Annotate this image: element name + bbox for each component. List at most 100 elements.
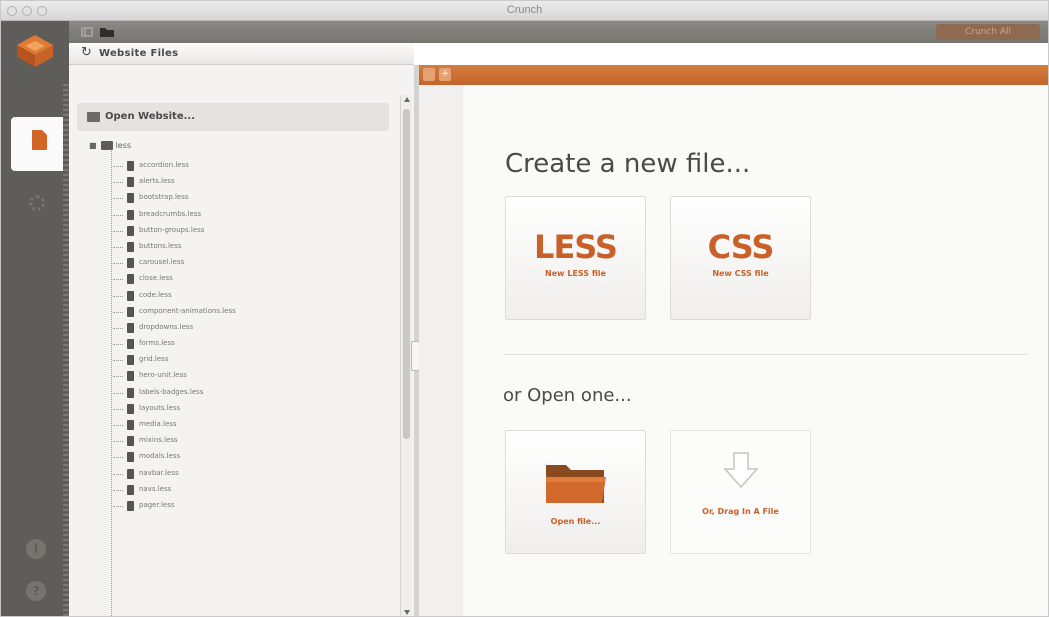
- files-tab[interactable]: [11, 117, 69, 171]
- collapse-toggle-icon[interactable]: ■: [89, 141, 97, 150]
- file-name: accordion.less: [139, 161, 189, 169]
- file-name: layouts.less: [139, 403, 181, 412]
- new-css-file-button[interactable]: CSS New CSS file: [670, 196, 811, 320]
- file-name: hero-unit.less: [139, 371, 187, 380]
- file-name: alerts.less: [139, 177, 175, 186]
- less-file-icon: [127, 484, 134, 495]
- collapse-icon[interactable]: [81, 25, 93, 39]
- tree-connector: [113, 344, 123, 346]
- drag-file-drop-zone[interactable]: Or, Drag In A File: [670, 430, 811, 554]
- tree-connector: [113, 279, 123, 281]
- less-file-icon: [127, 290, 134, 301]
- open-website-label: Open Website...: [105, 111, 195, 122]
- new-css-file-label: New CSS file: [712, 269, 769, 278]
- less-file-icon: [127, 241, 134, 252]
- less-file-icon: [127, 468, 134, 479]
- tree-connector: [113, 360, 123, 362]
- file-panel-header: ↻ Website Files: [69, 43, 414, 65]
- less-file-icon: [127, 371, 134, 382]
- folder-icon: [87, 112, 100, 122]
- settings-gear-icon[interactable]: [29, 195, 45, 211]
- tree-connector: [113, 166, 123, 167]
- less-label: LESS: [534, 228, 618, 266]
- less-file-icon: [127, 209, 134, 220]
- file-name: code.less: [139, 290, 172, 299]
- file-name: grid.less: [139, 355, 169, 364]
- file-name: navs.less: [139, 484, 172, 493]
- tree-connector: [113, 327, 123, 329]
- tree-root-folder[interactable]: ■ less: [89, 141, 131, 150]
- file-name: breadcrumbs.less: [139, 209, 202, 218]
- folder-icon[interactable]: [99, 25, 115, 39]
- left-sidebar: i ?: [1, 21, 69, 616]
- less-file-icon: [127, 420, 134, 430]
- toolbar: Crunch All: [69, 21, 1048, 43]
- crunch-all-button[interactable]: Crunch All: [936, 24, 1040, 40]
- file-name: mixins.less: [139, 436, 178, 445]
- editor-gutter: [419, 85, 463, 616]
- file-name: dropdowns.less: [139, 322, 194, 331]
- less-file-icon: [127, 225, 134, 236]
- app-window: Crunch i ? Crunch All ↻ Website Files Op…: [0, 0, 1049, 617]
- file-name: navbar.less: [139, 468, 179, 477]
- add-tab-button[interactable]: +: [439, 68, 451, 81]
- less-file-icon: [127, 387, 134, 398]
- tree-connector: [113, 214, 123, 216]
- file-name: forms.less: [139, 339, 175, 348]
- title-bar: Crunch: [1, 1, 1048, 21]
- open-heading: or Open one...: [503, 385, 632, 406]
- tree-connector: [113, 311, 123, 313]
- file-name: modals.less: [139, 452, 181, 461]
- welcome-panel: Create a new file... LESS New LESS file …: [463, 85, 1048, 616]
- tree-connector: [113, 198, 123, 200]
- file-name: button-groups.less: [139, 225, 205, 234]
- file-name: close.less: [139, 274, 173, 283]
- open-website-button[interactable]: Open Website...: [77, 103, 389, 131]
- tree-connector: [113, 473, 123, 475]
- window-title: Crunch: [506, 4, 543, 16]
- less-file-icon: [127, 177, 134, 188]
- open-file-button[interactable]: Open file...: [505, 430, 646, 554]
- tree-root-label: less: [115, 141, 132, 150]
- less-file-icon: [127, 452, 134, 463]
- create-heading: Create a new file...: [505, 149, 751, 179]
- scroll-up-arrow-icon[interactable]: [404, 97, 410, 102]
- file-name: component-animations.less: [139, 306, 236, 315]
- less-file-icon: [127, 274, 134, 285]
- tree-connector: [113, 295, 123, 297]
- folder-icon: [100, 141, 113, 150]
- file-name: pager.less: [139, 500, 175, 509]
- file-name: bootstrap.less: [139, 193, 189, 202]
- open-file-label: Open file...: [550, 517, 601, 526]
- tree-connector: [113, 182, 123, 184]
- less-file-icon: [127, 339, 134, 350]
- help-icon[interactable]: ?: [26, 581, 46, 601]
- tree-connector: [113, 408, 123, 410]
- refresh-icon[interactable]: ↻: [81, 45, 92, 60]
- new-less-file-button[interactable]: LESS New LESS file: [505, 196, 646, 320]
- document-icon: [32, 130, 47, 150]
- scroll-down-arrow-icon[interactable]: [404, 610, 410, 615]
- less-file-icon: [127, 403, 134, 414]
- file-name: buttons.less: [139, 241, 182, 250]
- less-file-icon: [127, 161, 134, 171]
- file-panel: ↻ Website Files Open Website... ■ less ac…: [69, 43, 414, 616]
- css-label: CSS: [707, 228, 775, 266]
- less-file-icon: [127, 258, 134, 269]
- file-name: labels-badges.less: [139, 387, 204, 396]
- less-file-icon: [127, 500, 134, 511]
- tree-connector: [113, 230, 123, 232]
- less-file-icon: [127, 306, 134, 317]
- file-name: media.less: [139, 420, 177, 428]
- tree-connector: [113, 263, 123, 265]
- info-icon[interactable]: i: [26, 539, 46, 559]
- tree-connector: [113, 392, 123, 394]
- scroll-thumb[interactable]: [403, 109, 410, 439]
- drag-file-label: Or, Drag In A File: [702, 507, 779, 516]
- tab-list-icon[interactable]: [423, 68, 435, 81]
- section-divider: [503, 354, 1028, 355]
- tree-connector: [113, 246, 123, 248]
- new-less-file-label: New LESS file: [545, 269, 606, 278]
- tab-bar: +: [419, 65, 1048, 85]
- down-arrow-icon: [723, 452, 759, 489]
